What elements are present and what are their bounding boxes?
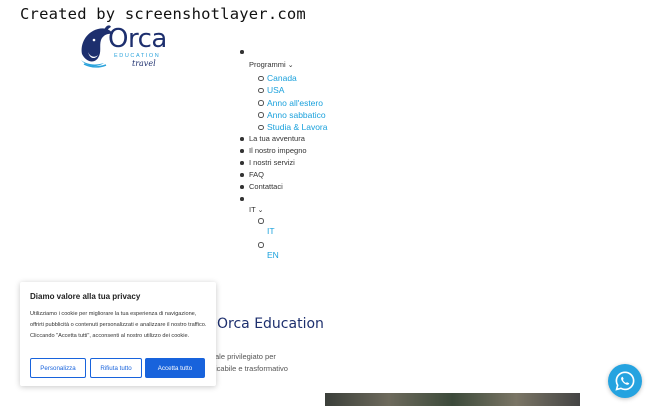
nav-programmi-toggle[interactable]: Programmi ⌄ xyxy=(249,59,294,72)
language-toggle[interactable]: IT ⌄ xyxy=(249,204,264,217)
language-option-en-label: EN xyxy=(267,250,279,261)
nav-item-contattaci[interactable]: Contattaci xyxy=(239,181,327,193)
cookie-consent-banner: Diamo valore alla tua privacy Utilizziam… xyxy=(20,282,216,386)
cookie-title: Diamo valore alla tua privacy xyxy=(30,292,141,301)
nav-item-impegno[interactable]: Il nostro impegno xyxy=(239,145,327,157)
watermark-text: Created by screenshotlayer.com xyxy=(20,5,306,23)
hero-image xyxy=(325,393,580,406)
submenu-item-canada[interactable]: Canada xyxy=(257,72,327,84)
submenu-item-usa[interactable]: USA xyxy=(257,84,327,96)
language-option-en[interactable]: EN xyxy=(257,241,327,265)
accept-all-button[interactable]: Accetta tutto xyxy=(145,358,205,378)
nav-item-language: IT ⌄ IT EN xyxy=(239,193,327,265)
language-submenu: IT EN xyxy=(257,217,327,265)
main-navigation: Programmi ⌄ Canada USA Anno all'estero An… xyxy=(239,46,327,265)
submenu-item-anno-sabbatico[interactable]: Anno sabbatico xyxy=(257,109,327,121)
logo-tagline: travel xyxy=(132,59,156,68)
nav-item-servizi[interactable]: I nostri servizi xyxy=(239,157,327,169)
customize-button[interactable]: Personalizza xyxy=(30,358,86,378)
language-option-it-label: IT xyxy=(267,226,275,237)
hero-text-line-2: icabile e trasformativo xyxy=(215,364,288,373)
nav-item-avventura[interactable]: La tua avventura xyxy=(239,133,327,145)
site-logo[interactable]: Orca EDUCATION travel xyxy=(78,24,170,72)
reject-all-button[interactable]: Rifiuta tutto xyxy=(90,358,142,378)
whatsapp-icon xyxy=(615,371,635,391)
cookie-description: Utilizziamo i cookie per migliorare la t… xyxy=(30,311,207,339)
logo-wordmark: Orca xyxy=(108,24,167,54)
submenu-item-anno-estero[interactable]: Anno all'estero xyxy=(257,97,327,109)
hero-title: Orca Education xyxy=(217,316,324,332)
programmi-submenu: Canada USA Anno all'estero Anno sabbatic… xyxy=(257,72,327,133)
chevron-down-icon: ⌄ xyxy=(287,62,294,69)
language-current: IT xyxy=(249,205,256,215)
chevron-down-icon: ⌄ xyxy=(257,207,264,215)
nav-programmi-label: Programmi xyxy=(249,60,286,69)
whatsapp-button[interactable] xyxy=(608,364,642,398)
submenu-item-studia-lavora[interactable]: Studia & Lavora xyxy=(257,121,327,133)
nav-item-programmi: Programmi ⌄ Canada USA Anno all'estero An… xyxy=(239,46,327,133)
nav-item-faq[interactable]: FAQ xyxy=(239,169,327,181)
language-option-it[interactable]: IT xyxy=(257,217,327,241)
hero-text-line-1: ale privilegiato per xyxy=(215,352,276,361)
